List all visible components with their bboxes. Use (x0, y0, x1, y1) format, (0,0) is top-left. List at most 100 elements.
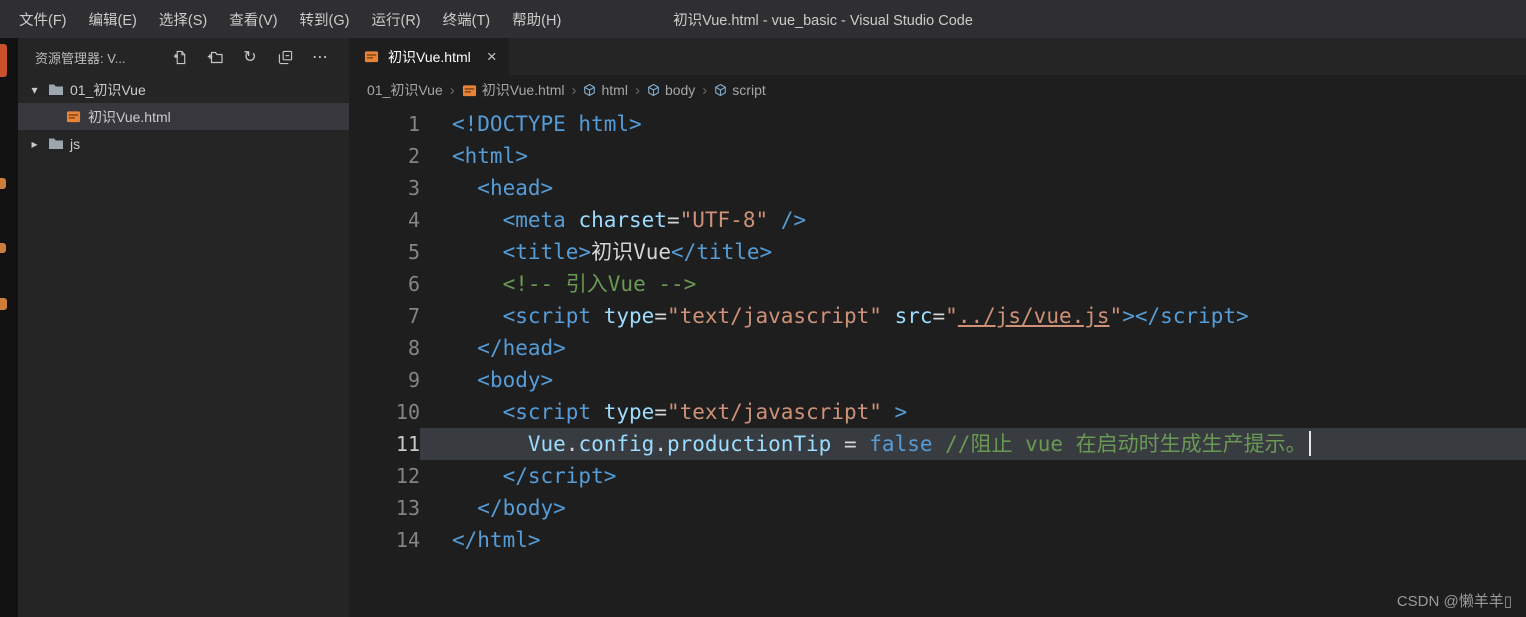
editor-group: 初识Vue.html × 01_初识Vue › 初识Vue.html › html › bo… (349, 38, 1526, 617)
line-number: 1 (349, 108, 420, 140)
code-line[interactable]: 13 </body> (349, 492, 1526, 524)
menu-item[interactable]: 文件(F) (8, 9, 78, 30)
breadcrumb-item[interactable]: 01_初识Vue (367, 80, 443, 100)
file-tree: ▾ 01_初识Vue 初识Vue.html ▸ js (18, 76, 349, 157)
tree-item-folder[interactable]: ▾ 01_初识Vue (18, 76, 349, 103)
breadcrumb-item[interactable]: script (714, 82, 765, 98)
code-line-content: <!-- 引入Vue --> (420, 268, 1526, 300)
menu-bar: 文件(F)编辑(E)选择(S)查看(V)转到(G)运行(R)终端(T)帮助(H) (0, 9, 572, 30)
breadcrumb-item[interactable]: 初识Vue.html (462, 80, 565, 100)
breadcrumb-item[interactable]: body (647, 82, 695, 98)
symbol-icon (714, 83, 727, 97)
breadcrumb-label: html (601, 82, 627, 98)
activity-bar (0, 38, 18, 617)
text-cursor (1309, 431, 1311, 456)
close-icon[interactable]: × (487, 48, 497, 65)
code-line-content: <title>初识Vue</title> (420, 236, 1526, 268)
line-number: 7 (349, 300, 420, 332)
line-number: 14 (349, 524, 420, 556)
code-line-content: </html> (420, 524, 1526, 556)
line-number: 9 (349, 364, 420, 396)
html-file-icon (462, 83, 477, 98)
code-line[interactable]: 10 <script type="text/javascript" > (349, 396, 1526, 428)
new-file-icon[interactable] (171, 48, 189, 66)
menu-item[interactable]: 转到(G) (289, 9, 361, 30)
symbol-icon (647, 83, 660, 97)
code-line[interactable]: 7 <script type="text/javascript" src="..… (349, 300, 1526, 332)
code-line[interactable]: 4 <meta charset="UTF-8" /> (349, 204, 1526, 236)
tab-active-file[interactable]: 初识Vue.html × (349, 38, 509, 75)
line-number: 8 (349, 332, 420, 364)
refresh-icon[interactable]: ↻ (241, 48, 259, 66)
breadcrumb-item[interactable]: html (583, 82, 627, 98)
more-actions-icon[interactable]: ⋯ (311, 48, 329, 66)
collapse-folders-icon[interactable] (276, 48, 294, 66)
explorer-title: 资源管理器: V... (35, 48, 126, 67)
watermark: CSDN @懒羊羊▯ (1397, 590, 1512, 611)
line-number: 4 (349, 204, 420, 236)
code-line[interactable]: 12 </script> (349, 460, 1526, 492)
code-line-content: </script> (420, 460, 1526, 492)
code-line[interactable]: 9 <body> (349, 364, 1526, 396)
symbol-icon (583, 83, 596, 97)
html-file-icon (363, 49, 380, 64)
tree-item-file[interactable]: 初识Vue.html (18, 103, 349, 130)
code-line[interactable]: 14</html> (349, 524, 1526, 556)
breadcrumb-separator-icon: › (702, 82, 707, 99)
code-line-content: <body> (420, 364, 1526, 396)
screen-edge-artifact (0, 243, 6, 253)
code-line-content: <head> (420, 172, 1526, 204)
code-line[interactable]: 1<!DOCTYPE html> (349, 108, 1526, 140)
menu-item[interactable]: 帮助(H) (501, 9, 572, 30)
line-number: 2 (349, 140, 420, 172)
tab-bar: 初识Vue.html × (349, 38, 1526, 75)
chevron-icon: ▾ (28, 83, 41, 97)
code-line[interactable]: 5 <title>初识Vue</title> (349, 236, 1526, 268)
code-area[interactable]: 1<!DOCTYPE html>2<html>3 <head>4 <meta c… (349, 105, 1526, 556)
code-line[interactable]: 3 <head> (349, 172, 1526, 204)
menu-item[interactable]: 终端(T) (432, 9, 502, 30)
breadcrumb-separator-icon: › (450, 82, 455, 99)
folder-icon (47, 137, 64, 150)
code-line-content: <!DOCTYPE html> (420, 108, 1526, 140)
screen-edge-artifact (0, 44, 7, 77)
html-file-icon (65, 109, 82, 124)
menu-item[interactable]: 运行(R) (360, 9, 431, 30)
chevron-icon: ▸ (28, 137, 41, 151)
code-line-content: <meta charset="UTF-8" /> (420, 204, 1526, 236)
line-number: 6 (349, 268, 420, 300)
explorer-header: 资源管理器: V... ↻⋯ (18, 38, 349, 76)
code-line-content: Vue.config.productionTip = false //阻止 vu… (420, 428, 1526, 460)
explorer-header-actions: ↻⋯ (171, 48, 329, 66)
sidebar-explorer: 资源管理器: V... ↻⋯ ▾01_初识Vue初识Vue.html▸js (18, 38, 349, 617)
line-number: 11 (349, 428, 420, 460)
breadcrumb-separator-icon: › (635, 82, 640, 99)
code-line[interactable]: 2<html> (349, 140, 1526, 172)
breadcrumb-separator-icon: › (571, 82, 576, 99)
code-line-content: <script type="text/javascript" > (420, 396, 1526, 428)
screen-edge-artifact (0, 178, 6, 189)
menu-item[interactable]: 查看(V) (218, 9, 288, 30)
breadcrumb-label: 初识Vue.html (482, 80, 565, 100)
code-line[interactable]: 11 Vue.config.productionTip = false //阻止… (349, 428, 1526, 460)
menu-item[interactable]: 编辑(E) (78, 9, 148, 30)
line-number: 5 (349, 236, 420, 268)
tab-label: 初识Vue.html (388, 47, 471, 67)
tree-item-label: 01_初识Vue (70, 80, 146, 100)
tree-item-folder[interactable]: ▸ js (18, 130, 349, 157)
line-number: 12 (349, 460, 420, 492)
title-bar: 文件(F)编辑(E)选择(S)查看(V)转到(G)运行(R)终端(T)帮助(H)… (0, 0, 1526, 38)
breadcrumb: 01_初识Vue › 初识Vue.html › html › body › script (349, 75, 1526, 105)
code-line[interactable]: 8 </head> (349, 332, 1526, 364)
screen-edge-artifact (0, 298, 7, 310)
tree-item-label: js (70, 136, 80, 152)
code-line[interactable]: 6 <!-- 引入Vue --> (349, 268, 1526, 300)
breadcrumb-label: 01_初识Vue (367, 80, 443, 100)
tree-item-label: 初识Vue.html (88, 107, 171, 127)
line-number: 3 (349, 172, 420, 204)
new-folder-icon[interactable] (206, 48, 224, 66)
code-line-content: <script type="text/javascript" src="../j… (420, 300, 1526, 332)
breadcrumb-label: body (665, 82, 695, 98)
code-line-content: <html> (420, 140, 1526, 172)
menu-item[interactable]: 选择(S) (148, 9, 218, 30)
